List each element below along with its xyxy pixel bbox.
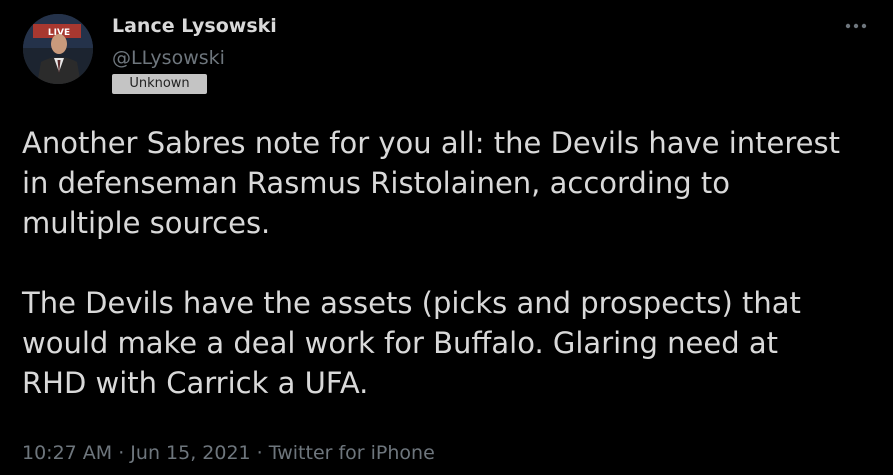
- author-name[interactable]: Lance Lysowski: [112, 15, 277, 37]
- label-badge: Unknown: [112, 74, 207, 94]
- author-handle[interactable]: @LLysowski: [112, 47, 225, 69]
- tweet-card: LIVE Lance Lysowski @LLysowski Unknown A…: [0, 0, 893, 475]
- avatar-image: LIVE: [23, 14, 93, 84]
- more-horizontal-icon: [845, 23, 867, 29]
- avatar[interactable]: LIVE: [23, 14, 93, 84]
- tweet-timestamp[interactable]: 10:27 AM · Jun 15, 2021 · Twitter for iP…: [22, 442, 435, 464]
- tweet-text: Another Sabres note for you all: the Dev…: [22, 123, 882, 403]
- more-options-button[interactable]: [843, 16, 871, 36]
- tweet-paragraph-1: Another Sabres note for you all: the Dev…: [22, 126, 840, 240]
- tweet-paragraph-2: The Devils have the assets (picks and pr…: [22, 286, 801, 400]
